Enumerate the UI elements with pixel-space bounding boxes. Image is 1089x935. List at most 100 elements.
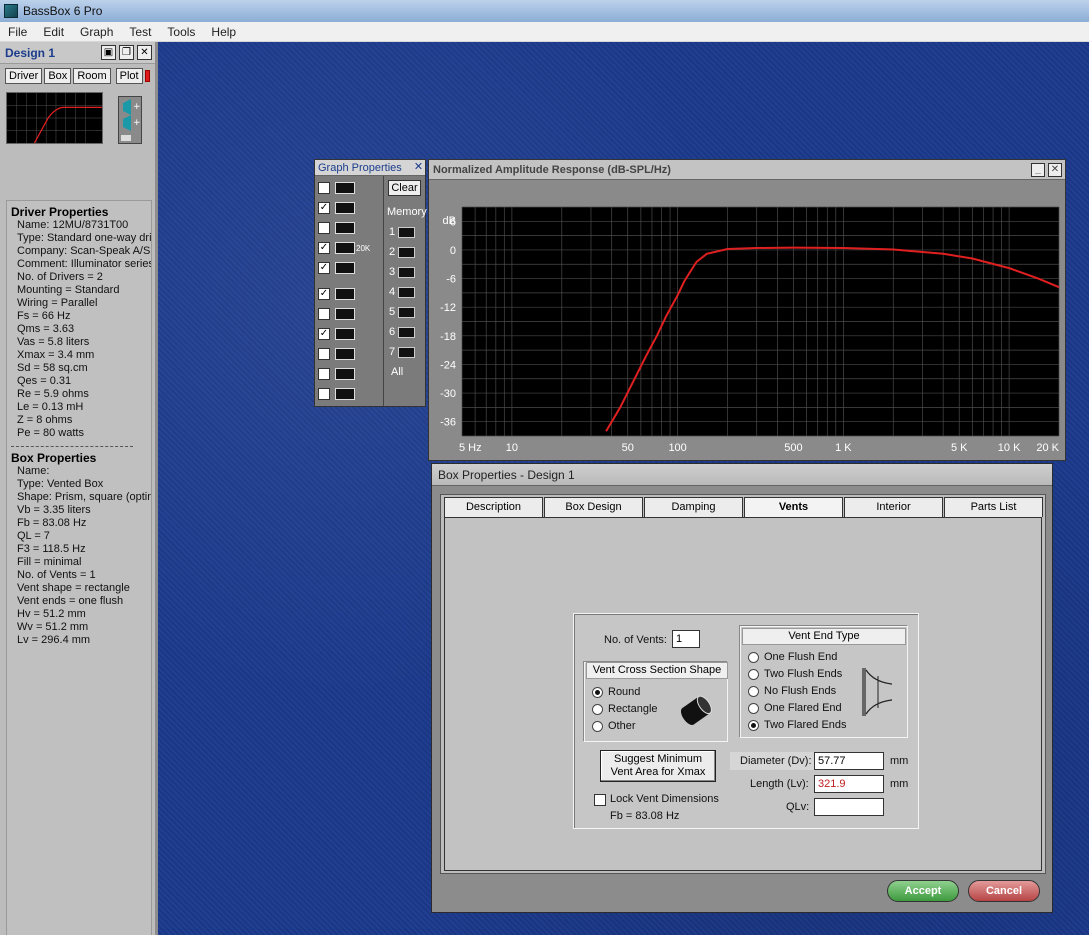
memory-slot-number: 2 [389, 246, 396, 258]
scale-icon[interactable] [335, 222, 355, 234]
memory-slot[interactable]: 1 [384, 222, 425, 242]
graph-option-checkbox[interactable]: ✓ [318, 262, 330, 274]
menu-test[interactable]: Test [121, 25, 159, 39]
x-tick-label: 1 K [835, 442, 852, 454]
lock-vent-label[interactable]: Lock Vent Dimensions [610, 793, 719, 805]
menu-file[interactable]: File [0, 25, 35, 39]
memory-slot-box[interactable] [398, 326, 416, 338]
plot-color-swatch[interactable] [144, 70, 150, 82]
amp-icon[interactable] [335, 348, 355, 360]
memory-slot[interactable]: 2 [384, 242, 425, 262]
memory-slot-box[interactable] [398, 266, 416, 278]
graph-option-checkbox[interactable] [318, 308, 330, 320]
svg-text:+: + [133, 102, 141, 112]
response-thumbnail[interactable] [6, 92, 103, 144]
lock-vent-checkbox[interactable] [594, 794, 606, 806]
end-two-flush-label[interactable]: Two Flush Ends [764, 668, 842, 680]
graph-option-checkbox[interactable] [318, 222, 330, 234]
tab-vents[interactable]: Vents [744, 497, 843, 518]
suggest-minimum-vent-button[interactable]: Suggest Minimum Vent Area for Xmax [600, 750, 716, 782]
clear-button[interactable]: Clear [388, 180, 421, 196]
copy-icon[interactable]: ❐ [119, 45, 134, 60]
memory-slot[interactable]: 5 [384, 302, 425, 322]
end-one-flush-radio[interactable] [748, 652, 759, 663]
memory-slot-box[interactable] [398, 346, 416, 358]
shape-rectangle-label[interactable]: Rectangle [608, 703, 658, 715]
room-icon[interactable] [335, 328, 355, 340]
cancel-button[interactable]: Cancel [968, 880, 1040, 902]
meter-icon[interactable] [335, 388, 355, 400]
no-vents-input[interactable]: 1 [672, 630, 700, 648]
length-input[interactable]: 321.9 [814, 775, 884, 793]
tab-driver[interactable]: Driver [5, 68, 43, 84]
end-no-flush-radio[interactable] [748, 686, 759, 697]
graph-option-checkbox[interactable] [318, 348, 330, 360]
shape-other-label[interactable]: Other [608, 720, 636, 732]
graph-properties-panel: Graph Properties ✕ ✓ ✓ 20K ✓ ✓ ✓ Clear Memory… [314, 159, 427, 407]
tab-room[interactable]: Room [73, 68, 111, 84]
end-two-flush-radio[interactable] [748, 669, 759, 680]
speaker-level-icon[interactable] [335, 368, 355, 380]
memory-slot[interactable]: 7 [384, 342, 425, 362]
memory-slot-box[interactable] [398, 286, 416, 298]
save-icon[interactable]: ▣ [101, 45, 116, 60]
shape-other-radio[interactable] [592, 721, 603, 732]
tab-description[interactable]: Description [444, 497, 543, 517]
tab-plot[interactable]: Plot [115, 68, 143, 84]
graph-option-checkbox[interactable]: ✓ [318, 242, 330, 254]
tab-box-design[interactable]: Box Design [544, 497, 643, 517]
memory-column: Clear Memory 1 2 3 4 5 6 7 All [383, 176, 427, 406]
memory-slot-box[interactable] [398, 246, 416, 258]
tab-damping[interactable]: Damping [644, 497, 743, 517]
memory-slot[interactable]: 4 [384, 282, 425, 302]
speaker-icon[interactable] [335, 288, 355, 300]
shape-round-label[interactable]: Round [608, 686, 640, 698]
tab-interior[interactable]: Interior [844, 497, 943, 517]
menu-edit[interactable]: Edit [35, 25, 72, 39]
tab-parts-list[interactable]: Parts List [944, 497, 1043, 517]
memory-all[interactable]: All [391, 366, 425, 378]
end-no-flush-label[interactable]: No Flush Ends [764, 685, 836, 697]
memory-slot-box[interactable] [398, 226, 416, 238]
grid-icon[interactable] [335, 202, 355, 214]
graph-option-checkbox[interactable] [318, 368, 330, 380]
shape-round-radio[interactable] [592, 687, 603, 698]
y-tick-label: -36 [440, 417, 456, 429]
qlv-label: QLv: [786, 801, 810, 813]
suggest-line-1: Suggest Minimum [613, 753, 703, 765]
menu-help[interactable]: Help [203, 25, 244, 39]
tab-box[interactable]: Box [44, 68, 72, 84]
graph-option-checkbox[interactable]: ✓ [318, 202, 330, 214]
graph-option-checkbox[interactable] [318, 388, 330, 400]
menu-tools[interactable]: Tools [159, 25, 203, 39]
shape-rectangle-radio[interactable] [592, 704, 603, 715]
y-tick-label: -6 [446, 274, 456, 286]
qlv-input[interactable] [814, 798, 884, 816]
graph-option-checkbox[interactable]: ✓ [318, 328, 330, 340]
close-icon[interactable]: ✕ [1048, 162, 1062, 177]
vent-settings-panel: No. of Vents: 1 Vent Cross Section Shape… [573, 613, 919, 829]
box-property-row: Shape: Prism, square (optimu [17, 491, 152, 503]
minimize-icon[interactable]: _ [1031, 162, 1045, 177]
memory-slot[interactable]: 3 [384, 262, 425, 282]
close-icon[interactable]: ✕ [137, 45, 152, 60]
memory-slot[interactable]: 6 [384, 322, 425, 342]
graph-option-checkbox[interactable]: ✓ [318, 288, 330, 300]
vent-icon[interactable] [335, 308, 355, 320]
end-one-flared-radio[interactable] [748, 703, 759, 714]
close-icon[interactable]: ✕ [412, 161, 425, 174]
plus-icon[interactable] [335, 182, 355, 194]
diameter-input[interactable]: 57.77 [814, 752, 884, 770]
end-one-flared-label[interactable]: One Flared End [764, 702, 842, 714]
end-one-flush-label[interactable]: One Flush End [764, 651, 837, 663]
end-two-flared-label[interactable]: Two Flared Ends [764, 719, 847, 731]
graph-plot-area[interactable]: 6 0 -6 -12 -18 -24 -30 -36 dB 5 Hz 10 50 100 500 1 K5 … [431, 181, 1065, 460]
memory-slot-box[interactable] [398, 306, 416, 318]
graph-option-checkbox[interactable] [318, 182, 330, 194]
range-20k-icon[interactable] [335, 242, 355, 254]
accept-button[interactable]: Accept [887, 880, 959, 902]
fit-icon[interactable] [335, 262, 355, 274]
end-two-flared-radio[interactable] [748, 720, 759, 731]
menu-graph[interactable]: Graph [72, 25, 121, 39]
driver-box-icon[interactable]: + + [118, 96, 142, 144]
